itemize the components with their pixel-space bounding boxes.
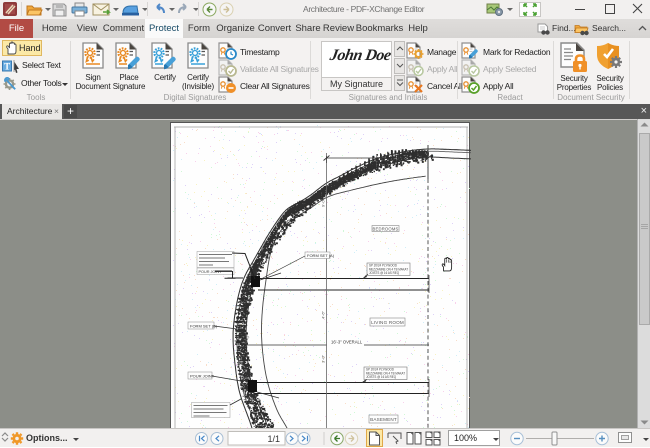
svg-text:T: T	[4, 62, 10, 72]
svg-text:FORM SET (A): FORM SET (A)	[307, 253, 335, 258]
svg-text:JOISTS @ 16 AS REQ: JOISTS @ 16 AS REQ	[366, 375, 396, 379]
svg-text:4'-6": 4'-6"	[321, 310, 326, 319]
svg-text:9'-0": 9'-0"	[321, 198, 326, 207]
svg-text:BASEMENT: BASEMENT	[370, 417, 397, 422]
svg-text:JOISTS @ 16 AS REQ: JOISTS @ 16 AS REQ	[369, 271, 399, 275]
svg-text:POUR JOINT: POUR JOINT	[190, 373, 215, 378]
svg-text:16'-3" OVERALL: 16'-3" OVERALL	[331, 340, 363, 345]
svg-text:FORM SET (B): FORM SET (B)	[190, 323, 218, 328]
svg-text:1/1: 1/1	[267, 434, 280, 444]
svg-text:LIVING ROOM: LIVING ROOM	[371, 320, 404, 325]
svg-text:3'-0": 3'-0"	[321, 354, 326, 363]
svg-text:BEDROOMS: BEDROOMS	[372, 226, 398, 231]
